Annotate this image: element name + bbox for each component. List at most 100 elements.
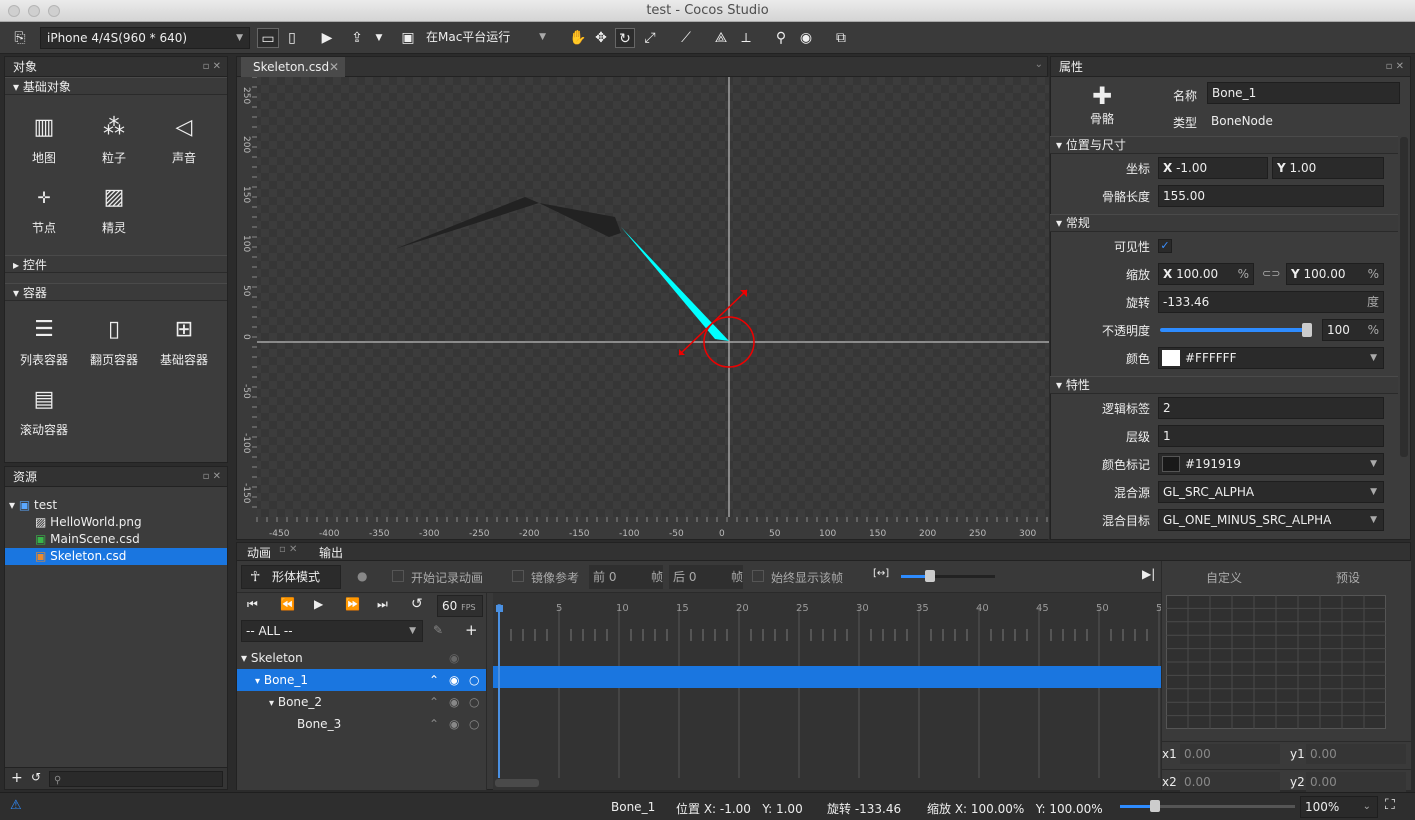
zoom-slider-handle[interactable] [925,570,935,582]
tab-animation[interactable]: 动画 [247,544,271,561]
body-mode-button[interactable]: ☥ 形体模式 [241,565,341,589]
minimize-window-button[interactable] [28,5,40,17]
bind-bone-icon[interactable]: ⟁ [711,28,731,48]
scale-tool-icon[interactable]: ⤢ [640,28,660,48]
zorder-input[interactable]: 1 [1158,425,1384,447]
run-target-select[interactable]: 在Mac平台运行 ▼ [420,27,552,49]
onion-before-input[interactable]: 前 0 帧 [589,565,663,589]
bone-length-input[interactable]: 155.00 [1158,185,1384,207]
publish-icon[interactable]: ⇪ [347,28,367,48]
tag-input[interactable]: 2 [1158,397,1384,419]
x1-input[interactable]: 0.00 [1180,744,1280,764]
object-listview[interactable]: ☰ 列表容器 [9,315,79,368]
x2-input[interactable]: 0.00 [1180,772,1280,792]
scene-canvas[interactable] [237,77,1049,539]
warning-icon[interactable]: ⚠ [10,798,22,813]
pencil-icon[interactable]: ✎ [433,623,443,637]
node-row-skeleton[interactable]: ▾ Skeleton ◉ [237,647,486,669]
zoom-select[interactable]: 100% ⌄ [1300,796,1378,818]
eye-icon[interactable]: ◉ [449,647,459,669]
section-controls[interactable]: ▸ 控件 [5,255,227,273]
refresh-icon[interactable]: ↺ [31,770,41,784]
record-icon[interactable]: ● [357,569,367,583]
tab-output[interactable]: 输出 [319,544,343,561]
tree-item-root[interactable]: ▾ ▣ test [5,497,227,514]
scale-x-input[interactable]: X 100.00% [1158,263,1254,285]
add-icon[interactable]: + [11,770,23,786]
chevron-down-icon[interactable]: ▼ [369,28,389,48]
unbind-bone-icon[interactable]: ⟂ [736,28,756,48]
object-node[interactable]: ✛ 节点 [9,183,79,236]
eye-icon[interactable]: ◉ [796,28,816,48]
caret-up-icon[interactable]: ⌃ [429,713,439,735]
panel-controls-icon[interactable]: ▫ ✕ [279,544,297,555]
link-icon[interactable]: ⊂⊃ [1262,267,1280,280]
last-frame-icon[interactable]: ⏭ [377,597,388,612]
eye-icon[interactable]: ◉ [449,691,459,713]
play-icon[interactable]: ▶ [317,28,337,48]
hand-tool-icon[interactable]: ✋ [568,28,588,48]
fit-timeline-icon[interactable]: [↔] [873,568,889,579]
onion-after-input[interactable]: 后 0 帧 [669,565,743,589]
scale-y-input[interactable]: Y 100.00% [1286,263,1384,285]
panel-controls-icon[interactable]: ▫ ✕ [203,57,221,77]
opacity-slider[interactable] [1160,323,1312,337]
loop-icon[interactable]: ↺ [411,596,423,612]
object-pageview[interactable]: ▯ 翻页容器 [79,315,149,368]
section-general[interactable]: ▾ 常规 [1050,214,1398,232]
tree-item-skeleton[interactable]: ▣ Skeleton.csd [5,548,227,565]
caret-up-icon[interactable]: ⌃ [429,691,439,713]
object-scrollview[interactable]: ▤ 滚动容器 [9,385,79,438]
object-map[interactable]: ▥ 地图 [9,113,79,166]
tab-custom-easing[interactable]: 自定义 [1206,569,1242,586]
landscape-icon[interactable]: ▭ [257,28,279,48]
node-row-bone1[interactable]: ▾ Bone_1 ⌃ ◉ ○ [237,669,486,691]
play-icon[interactable]: ▶ [314,597,323,611]
color-picker[interactable]: #FFFFFF ▼ [1158,347,1384,369]
prev-frame-icon[interactable]: ⏪ [280,597,295,611]
section-basic-objects[interactable]: ▾ 基础对象 [5,77,227,95]
panel-controls-icon[interactable]: ▫ ✕ [203,467,221,487]
blend-src-select[interactable]: GL_SRC_ALPHA ▼ [1158,481,1384,503]
bone-tool-icon[interactable]: ⟋ [676,28,696,48]
section-feature[interactable]: ▾ 特性 [1050,376,1398,394]
close-tab-icon[interactable]: ✕ [329,57,339,77]
lock-circle-icon[interactable]: ○ [469,713,479,735]
rotation-input[interactable]: -133.46 度 [1158,291,1384,313]
timeline-scrollbar[interactable] [495,779,539,787]
tab-preset-easing[interactable]: 预设 [1336,569,1360,586]
easing-curve-editor[interactable] [1166,595,1386,729]
coord-y-input[interactable]: Y 1.00 [1272,157,1384,179]
eye-icon[interactable]: ◉ [449,669,459,691]
layout-icon[interactable]: ⧉ [831,28,851,48]
close-window-button[interactable] [8,5,20,17]
opacity-input[interactable]: 100% [1322,319,1384,341]
section-position-size[interactable]: ▾ 位置与尺寸 [1050,136,1398,154]
opacity-slider-handle[interactable] [1302,323,1312,337]
canvas-zoom-handle[interactable] [1150,800,1160,812]
fps-input[interactable]: 60 FPS [437,595,483,617]
mirror-checkbox[interactable] [512,570,524,582]
lock-circle-icon[interactable]: ○ [469,669,479,691]
node-row-bone3[interactable]: Bone_3 ⌃ ◉ ○ [237,713,486,735]
move-tool-icon[interactable]: ✥ [591,28,611,48]
device-select[interactable]: iPhone 4/4S(960 * 640) ▼ [40,27,250,49]
chevron-down-icon[interactable]: ⌄ [1035,59,1043,70]
tree-item-mainscene[interactable]: ▣ MainScene.csd [5,531,227,548]
y1-input[interactable]: 0.00 [1306,744,1406,764]
fit-screen-icon[interactable]: ⛶ [1385,797,1395,813]
new-file-icon[interactable]: ⎘ [10,28,30,48]
timeline-zoom-slider[interactable] [901,570,995,582]
canvas-zoom-slider[interactable] [1120,800,1295,812]
tab-skeleton[interactable]: Skeleton.csd ✕ [241,57,345,77]
object-sound[interactable]: ◁ 声音 [149,113,219,166]
eye-icon[interactable]: ◉ [449,713,459,735]
caret-up-icon[interactable]: ⌃ [429,669,439,691]
first-frame-icon[interactable]: ⏮ [247,597,258,612]
name-input[interactable]: Bone_1 [1207,82,1400,104]
blend-dst-select[interactable]: GL_ONE_MINUS_SRC_ALPHA ▼ [1158,509,1384,531]
timeline-area[interactable] [493,593,1161,790]
panel-controls-icon[interactable]: ▫ ✕ [1386,57,1404,77]
timeline-row-bone1[interactable] [493,666,1161,688]
always-show-checkbox[interactable] [752,570,764,582]
